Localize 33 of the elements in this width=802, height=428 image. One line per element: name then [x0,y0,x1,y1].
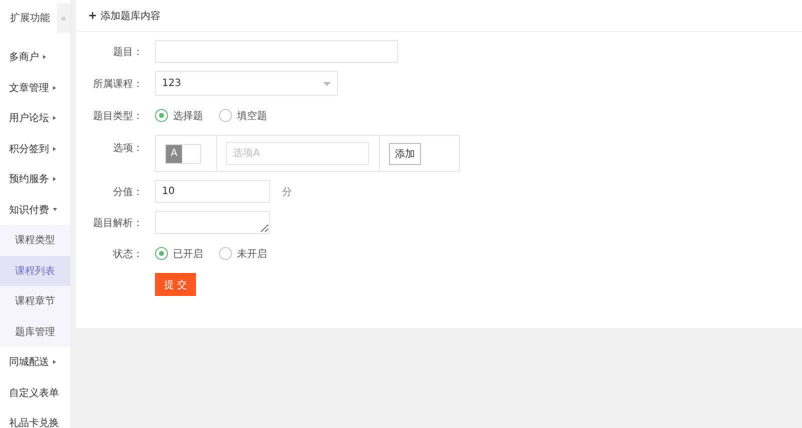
sidebar-item[interactable]: 知识付费 [0,194,70,225]
field-label: 分值： [112,186,144,198]
select-field[interactable]: 123 [155,71,338,96]
sidebar-item[interactable]: 多商户 [0,42,70,72]
field-label: 所属课程： [92,78,144,90]
score-input[interactable]: 10 [155,180,270,203]
textarea-field[interactable] [155,211,270,234]
field-label: 选项： [112,142,144,155]
sidebar-item[interactable]: 自定义表单 [0,378,70,408]
sidebar-subitem[interactable]: 课程类型 [0,225,70,256]
sidebar-item[interactable]: 积分签到 [0,134,70,164]
sidebar-item[interactable]: 礼品卡兑换 [0,408,70,428]
sidebar-title: 扩展功能 [9,12,50,25]
radio-option[interactable]: 已开启 [155,246,203,260]
panel-title: + 添加题库内容 [88,8,160,22]
sidebar-subitem[interactable]: 课程列表 [0,256,70,286]
sidebar-subitem[interactable]: 课程章节 [0,286,70,316]
sidebar-item[interactable]: 用户论坛 [0,103,70,134]
sidebar-item[interactable]: 文章管理 [0,72,70,103]
field-label: 状态： [112,248,144,260]
add-button[interactable]: 添加 [389,142,421,164]
field-label: 题目： [112,46,144,58]
input-field[interactable] [155,40,398,63]
radio-option[interactable]: 未开启 [219,246,267,260]
sidebar-item[interactable]: 同城配送 [0,347,70,378]
radio-option[interactable]: 填空题 [219,108,267,122]
sidebar-item[interactable]: 预约服务 [0,164,70,194]
radio-option[interactable]: 选择题 [155,108,203,122]
option-input[interactable]: 选项A [226,142,369,165]
field-label: 题目类型： [92,110,144,122]
unit-label: 分 [282,186,292,198]
field-label: 题目解析： [92,216,144,230]
sidebar-subitem[interactable]: 题库管理 [0,316,70,347]
